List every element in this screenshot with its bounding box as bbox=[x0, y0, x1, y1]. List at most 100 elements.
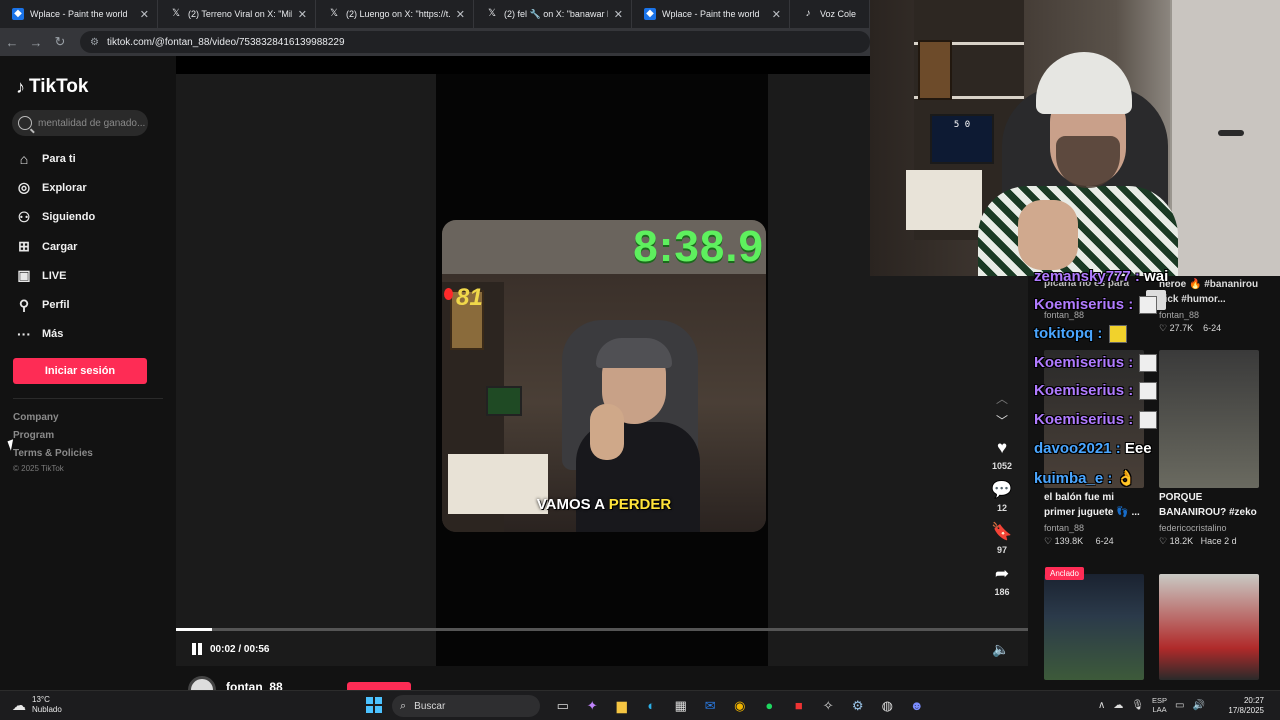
video-frame[interactable]: 8:38.9 81 VAMOS A PERDER bbox=[442, 220, 766, 532]
browser-tab[interactable]: ♪ Voz Cole bbox=[790, 0, 870, 28]
video-thumbnail[interactable] bbox=[1159, 350, 1259, 488]
card-author[interactable]: federicocristalino bbox=[1159, 523, 1227, 533]
webcam-door bbox=[1170, 0, 1280, 276]
chat-separator: : bbox=[1093, 325, 1107, 342]
video-thumbnail[interactable] bbox=[1044, 574, 1144, 680]
chat-emote-icon bbox=[1139, 411, 1158, 430]
search-bar[interactable] bbox=[12, 110, 148, 136]
avatar[interactable] bbox=[188, 676, 216, 690]
card-author[interactable]: fontan_88 bbox=[1159, 310, 1199, 320]
display-icon[interactable]: ▭ bbox=[1175, 700, 1184, 711]
chevron-up-icon[interactable]: ∧ bbox=[1098, 700, 1105, 711]
back-arrow-icon[interactable]: ← bbox=[0, 35, 24, 50]
author-name[interactable]: fontan_88 bbox=[226, 680, 283, 690]
site-settings-icon[interactable]: ⚙ bbox=[90, 37, 99, 48]
chat-message: davoo2021 : Eee bbox=[1034, 440, 1152, 457]
search-input[interactable] bbox=[38, 117, 146, 129]
chat-message: tokitopq : bbox=[1034, 325, 1127, 344]
browser-tab[interactable]: 𝕏 (2) Terreno Viral on X: "Milica c ✕ bbox=[158, 0, 316, 28]
sidebar-item-perfil[interactable]: ⚲ Perfil bbox=[14, 290, 95, 319]
copilot-icon[interactable]: ✦ bbox=[578, 696, 608, 716]
share-action[interactable]: ➦ 186 bbox=[984, 564, 1020, 600]
weather-widget[interactable]: ☁ 13°C Nublado bbox=[12, 695, 62, 715]
chevron-down-icon[interactable]: ﹀ bbox=[984, 410, 1020, 432]
video-thumbnail[interactable] bbox=[1159, 574, 1259, 680]
chat-username[interactable]: Koemiserius bbox=[1034, 382, 1124, 399]
reload-icon[interactable]: ↻ bbox=[48, 34, 72, 50]
outlook-icon[interactable]: ✉ bbox=[696, 696, 726, 716]
webcam-poster bbox=[918, 40, 952, 100]
speaker-icon[interactable]: 🔊 bbox=[1193, 700, 1205, 711]
card-title[interactable]: el balón fue mi primer juguete 👣 ... bbox=[1044, 490, 1140, 520]
card-title[interactable]: heroe 🔥 #bananirou kick #humor... bbox=[1159, 277, 1258, 307]
obs-icon[interactable]: ◍ bbox=[873, 696, 903, 716]
sidebar-item-cargar[interactable]: ⊞ Cargar bbox=[14, 232, 95, 261]
store-icon[interactable]: ▦ bbox=[666, 696, 696, 716]
windows-start-icon[interactable] bbox=[366, 697, 382, 713]
chevron-up-icon[interactable]: ︿ bbox=[984, 388, 1020, 410]
chat-username[interactable]: tokitopq bbox=[1034, 325, 1093, 342]
footer-link-program[interactable]: Program bbox=[13, 430, 93, 448]
browser-tab[interactable]: 𝕏 (2) Luengo on X: "https://t.co/5 ✕ bbox=[316, 0, 474, 28]
chat-username[interactable]: zemansky777 bbox=[1034, 268, 1131, 285]
onedrive-icon[interactable]: ☁ bbox=[1113, 700, 1123, 711]
login-button[interactable]: Iniciar sesión bbox=[13, 358, 147, 384]
heart-icon[interactable]: ♥ bbox=[984, 438, 1020, 458]
taskbar-search[interactable]: ⌕ Buscar bbox=[392, 695, 540, 717]
copyright-text: © 2025 TikTok bbox=[13, 464, 64, 473]
share-count: 186 bbox=[994, 587, 1010, 597]
task-view-icon[interactable]: ▭ bbox=[548, 696, 578, 716]
chat-username[interactable]: Koemiserius bbox=[1034, 411, 1124, 428]
save-action[interactable]: 🔖 97 bbox=[984, 522, 1020, 558]
chat-message: Koemiserius : bbox=[1034, 382, 1158, 401]
sidebar-item-mas[interactable]: ··· Más bbox=[14, 320, 95, 349]
microphone-icon[interactable]: 🎙 bbox=[1131, 700, 1144, 711]
steam-icon[interactable]: ⚙ bbox=[843, 696, 873, 716]
card-title[interactable]: PORQUE BANANIROU? #zeko bbox=[1159, 490, 1257, 520]
clock-date: 17/8/2025 bbox=[1228, 706, 1264, 715]
close-icon[interactable]: ✕ bbox=[772, 8, 781, 21]
browser-tab[interactable]: ◆ Wplace - Paint the world ✕ bbox=[632, 0, 790, 28]
chat-username[interactable]: Koemiserius bbox=[1034, 296, 1124, 313]
browser-tab[interactable]: ◆ Wplace - Paint the world ✕ bbox=[0, 0, 158, 28]
browser-tab[interactable]: 𝕏 (2) fel 🔧 on X: "banawar http ✕ bbox=[474, 0, 632, 28]
close-icon[interactable]: ✕ bbox=[298, 8, 307, 21]
tiktok-logo[interactable]: ♪ TikTok bbox=[16, 76, 88, 98]
edge-icon[interactable]: ◐ bbox=[637, 696, 667, 716]
game-app-icon[interactable]: ■ bbox=[784, 696, 814, 716]
tab-label: Wplace - Paint the world bbox=[662, 9, 760, 19]
chrome-icon[interactable]: ◉ bbox=[725, 696, 755, 716]
follow-button[interactable] bbox=[347, 682, 411, 690]
chat-username[interactable]: Koemiserius bbox=[1034, 354, 1124, 371]
video-progress-bar[interactable] bbox=[176, 628, 1028, 631]
sidebar-item-siguiendo[interactable]: ⚇ Siguiendo bbox=[14, 203, 95, 232]
footer-link-company[interactable]: Company bbox=[13, 412, 93, 430]
close-icon[interactable]: ✕ bbox=[456, 8, 465, 21]
app-icon[interactable]: ✧ bbox=[814, 696, 844, 716]
file-explorer-icon[interactable]: ▆ bbox=[607, 696, 637, 716]
chat-separator: : bbox=[1124, 296, 1138, 313]
comment-icon[interactable]: 💬 bbox=[984, 480, 1020, 500]
weather-temp: 13°C bbox=[32, 695, 50, 704]
chat-username[interactable]: davoo2021 bbox=[1034, 440, 1112, 457]
sidebar-item-label: Siguiendo bbox=[42, 211, 96, 224]
like-action[interactable]: ♥ 1052 bbox=[984, 438, 1020, 474]
card-author[interactable]: fontan_88 bbox=[1044, 523, 1084, 533]
forward-arrow-icon[interactable]: → bbox=[24, 35, 48, 50]
sidebar-item-explorar[interactable]: ◎ Explorar bbox=[14, 173, 95, 202]
discord-icon[interactable]: ☻ bbox=[902, 696, 932, 716]
close-icon[interactable]: ✕ bbox=[140, 8, 149, 21]
comment-action[interactable]: 💬 12 bbox=[984, 480, 1020, 516]
volume-icon[interactable]: 🔈 bbox=[992, 641, 1009, 658]
sidebar-item-live[interactable]: ▣ LIVE bbox=[14, 261, 95, 290]
language-indicator[interactable]: ESP LAA bbox=[1152, 696, 1167, 714]
close-icon[interactable]: ✕ bbox=[614, 8, 623, 21]
pause-icon[interactable] bbox=[190, 642, 204, 656]
share-icon[interactable]: ➦ bbox=[984, 564, 1020, 584]
spotify-icon[interactable]: ● bbox=[755, 696, 785, 716]
sidebar-item-para-ti[interactable]: ⌂ Para ti bbox=[14, 144, 95, 173]
bookmark-icon[interactable]: 🔖 bbox=[984, 522, 1020, 542]
chat-username[interactable]: kuimba_e bbox=[1034, 470, 1103, 487]
url-field[interactable]: ⚙ tiktok.com/@fontan_88/video/7538328416… bbox=[80, 31, 870, 53]
taskbar-clock[interactable]: 20:27 17/8/2025 bbox=[1208, 696, 1264, 716]
